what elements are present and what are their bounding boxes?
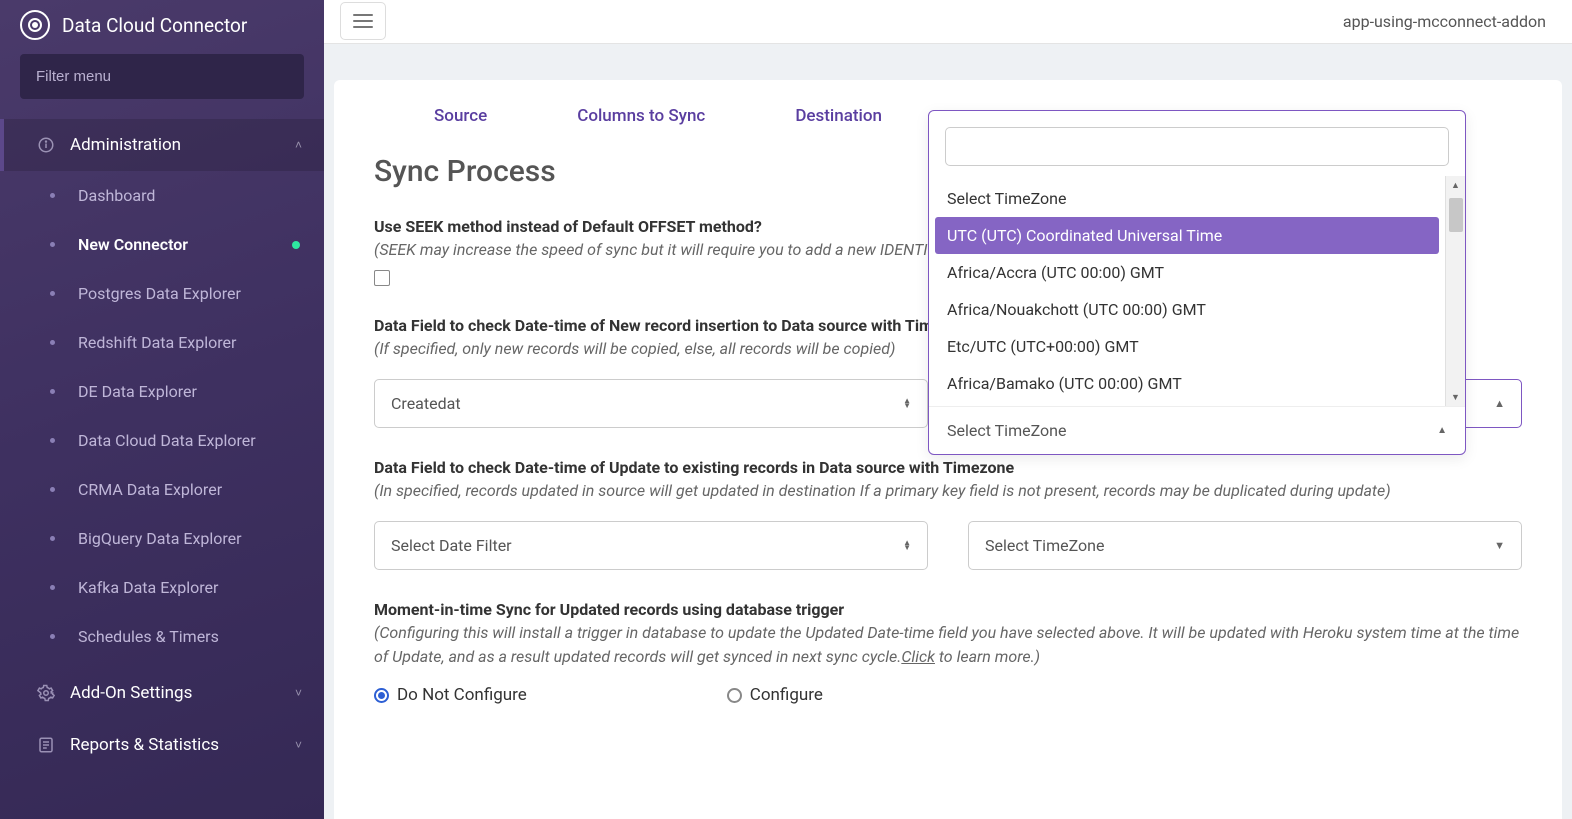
nav-section-label: Add-On Settings (70, 683, 281, 703)
seek-checkbox[interactable] (374, 270, 390, 286)
sidebar-item-crma-data-explorer[interactable]: CRMA Data Explorer (0, 465, 324, 514)
sidebar-item-dashboard[interactable]: Dashboard (0, 171, 324, 220)
update-label: Data Field to check Date-time of Update … (374, 458, 1522, 477)
nav-section-addon-settings[interactable]: Add-On Settings ˅ (0, 667, 324, 719)
radio-icon (727, 688, 742, 703)
update-hint: (In specified, records updated in source… (374, 479, 1522, 503)
updown-caret-icon (903, 399, 911, 408)
timezone-scrollbar[interactable]: ▲ ▼ (1445, 176, 1465, 406)
moment-learn-more-link[interactable]: Click (901, 647, 935, 666)
sidebar-item-bigquery-data-explorer[interactable]: BigQuery Data Explorer (0, 514, 324, 563)
field-moment-sync: Moment-in-time Sync for Updated records … (374, 600, 1522, 705)
select-value: Select TimeZone (985, 536, 1104, 555)
timezone-dropdown-popup: Select TimeZone UTC (UTC) Coordinated Un… (928, 110, 1466, 455)
brand-logo-icon (20, 10, 50, 40)
report-icon (36, 735, 56, 755)
sidebar-item-data-cloud-data-explorer[interactable]: Data Cloud Data Explorer (0, 416, 324, 465)
main: app-using-mcconnect-addon Source Columns… (324, 0, 1572, 819)
insert-date-field-select[interactable]: Createdat (374, 379, 928, 428)
nav-section-administration[interactable]: Administration ˄ (0, 119, 324, 171)
nav-section-reports-statistics[interactable]: Reports & Statistics ˅ (0, 719, 324, 771)
updown-caret-icon (903, 541, 911, 550)
timezone-option[interactable]: Africa/Bamako (UTC 00:00) GMT (929, 365, 1445, 402)
timezone-dropdown-footer[interactable]: Select TimeZone ▲ (929, 406, 1465, 454)
hamburger-icon (353, 14, 373, 28)
nav-section-label: Administration (70, 135, 281, 155)
nav-section-label: Reports & Statistics (70, 735, 281, 755)
scroll-thumb[interactable] (1449, 198, 1463, 232)
tab-source[interactable]: Source (434, 106, 487, 126)
chevron-down-icon: ˅ (295, 738, 302, 752)
field-update-datetime: Data Field to check Date-time of Update … (374, 458, 1522, 570)
update-date-field-select[interactable]: Select Date Filter (374, 521, 928, 570)
gear-icon (36, 683, 56, 703)
brand-title: Data Cloud Connector (62, 14, 247, 37)
chevron-down-icon: ˅ (295, 686, 302, 700)
tab-destination[interactable]: Destination (795, 106, 882, 126)
radio-configure[interactable]: Configure (727, 685, 823, 705)
moment-hint: (Configuring this will install a trigger… (374, 621, 1522, 669)
filter-menu-input[interactable] (20, 54, 304, 99)
timezone-option[interactable]: UTC (UTC) Coordinated Universal Time (935, 217, 1439, 254)
caret-down-icon: ▼ (1494, 543, 1505, 549)
timezone-search-input[interactable] (945, 127, 1449, 166)
timezone-option-list: Select TimeZone UTC (UTC) Coordinated Un… (929, 176, 1445, 406)
sidebar-item-new-connector[interactable]: New Connector (0, 220, 324, 269)
timezone-option[interactable]: Etc/UTC (UTC+00:00) GMT (929, 328, 1445, 365)
timezone-option[interactable]: Africa/Nouakchott (UTC 00:00) GMT (929, 291, 1445, 328)
sidebar-item-kafka-data-explorer[interactable]: Kafka Data Explorer (0, 563, 324, 612)
update-timezone-select[interactable]: Select TimeZone ▼ (968, 521, 1522, 570)
timezone-option-placeholder[interactable]: Select TimeZone (929, 180, 1445, 217)
sidebar: Data Cloud Connector Administration ˄ Da… (0, 0, 324, 819)
sidebar-item-schedules-timers[interactable]: Schedules & Timers (0, 612, 324, 661)
info-icon (36, 135, 56, 155)
moment-label: Moment-in-time Sync for Updated records … (374, 600, 1522, 619)
sidebar-item-postgres-data-explorer[interactable]: Postgres Data Explorer (0, 269, 324, 318)
scroll-up-icon[interactable]: ▲ (1446, 176, 1465, 194)
radio-do-not-configure[interactable]: Do Not Configure (374, 685, 527, 705)
select-value: Select Date Filter (391, 536, 512, 555)
caret-up-icon: ▲ (1437, 425, 1447, 436)
sidebar-item-de-data-explorer[interactable]: DE Data Explorer (0, 367, 324, 416)
toggle-sidebar-button[interactable] (340, 2, 386, 40)
caret-up-icon: ▲ (1494, 401, 1505, 407)
chevron-up-icon: ˄ (295, 138, 302, 152)
scroll-down-icon[interactable]: ▼ (1446, 388, 1465, 406)
topbar: app-using-mcconnect-addon (324, 0, 1572, 44)
radio-icon (374, 688, 389, 703)
timezone-option[interactable]: Antarctica/Troll (UTC+02:00) GMT+02:00 (929, 402, 1445, 406)
sidebar-item-redshift-data-explorer[interactable]: Redshift Data Explorer (0, 318, 324, 367)
select-value: Createdat (391, 394, 461, 413)
app-name-label: app-using-mcconnect-addon (1343, 12, 1546, 31)
sidebar-header: Data Cloud Connector (0, 0, 324, 54)
timezone-option[interactable]: Africa/Accra (UTC 00:00) GMT (929, 254, 1445, 291)
tab-columns-to-sync[interactable]: Columns to Sync (577, 106, 705, 126)
